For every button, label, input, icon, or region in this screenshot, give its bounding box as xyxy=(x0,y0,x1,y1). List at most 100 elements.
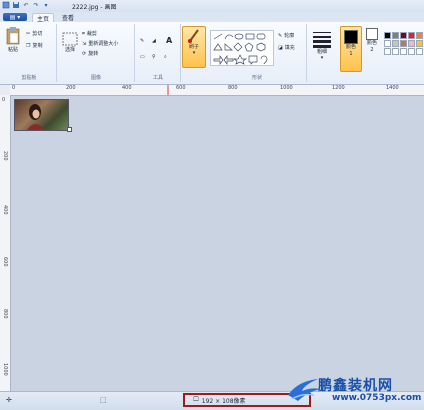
brushes-group: 刷子 ▾ xyxy=(182,24,206,82)
text-icon[interactable]: A xyxy=(166,36,172,45)
ruler-h-label: 1400 xyxy=(386,85,399,91)
color2-swatch xyxy=(366,28,378,40)
fill-icon[interactable]: ◢ xyxy=(152,38,156,44)
color-palette xyxy=(384,32,424,55)
save-icon[interactable] xyxy=(12,1,20,9)
rotate-button[interactable]: ⟳ 旋转 xyxy=(82,50,99,58)
ruler-v-label: 200 xyxy=(2,151,8,161)
watermark: 鹏鑫装机网 www.0753px.com xyxy=(284,375,424,407)
brushes-button[interactable]: 刷子 ▾ xyxy=(182,26,206,68)
line-width-icon xyxy=(313,32,331,48)
resize-label: 重新调整大小 xyxy=(88,41,119,47)
color2-button[interactable]: 颜色 2 xyxy=(366,28,378,54)
ruler-v-label: 600 xyxy=(2,257,8,267)
undo-icon[interactable]: ↶ xyxy=(22,1,30,9)
outline-label: 轮廓 xyxy=(284,33,295,39)
size-label: 粗细 xyxy=(316,49,327,55)
palette-swatch[interactable] xyxy=(392,40,399,47)
ruler-h-label: 200 xyxy=(66,85,76,91)
watermark-url: www.0753px.com xyxy=(332,393,422,403)
magnifier-icon[interactable]: ⌕ xyxy=(164,54,167,60)
pencil-icon[interactable]: ✎ xyxy=(140,38,144,44)
paste-label: 粘贴 xyxy=(7,47,18,53)
clipboard-group-label: 剪贴板 xyxy=(21,75,37,81)
quick-access-toolbar: ↶ ↷ ▾ xyxy=(2,1,50,9)
palette-swatch[interactable] xyxy=(400,40,407,47)
scissors-icon: ✂ xyxy=(26,30,31,37)
outline-button[interactable]: ✎ 轮廓 xyxy=(278,32,295,40)
resize-handle[interactable] xyxy=(67,127,72,132)
cut-button[interactable]: ✂ 剪切 xyxy=(26,30,43,38)
image-dimensions: 192 × 108像素 xyxy=(201,397,246,405)
clipboard-group: 粘贴 ✂ 剪切 ❐ 复制 剪贴板 xyxy=(2,24,57,82)
palette-swatch[interactable] xyxy=(408,48,415,55)
app-icon[interactable] xyxy=(2,1,10,9)
brushes-label: 刷子 xyxy=(188,44,199,50)
color-picker-icon[interactable]: ⚲ xyxy=(152,54,156,60)
shapes-gallery-icons xyxy=(213,33,268,66)
select-button[interactable]: 选择 xyxy=(62,32,78,53)
palette-swatch[interactable] xyxy=(384,32,391,39)
ruler-corner xyxy=(0,85,10,95)
palette-swatch[interactable] xyxy=(408,32,415,39)
size-dropdown-icon: ▾ xyxy=(320,55,324,61)
palette-swatch[interactable] xyxy=(400,32,407,39)
rotate-label: 旋转 xyxy=(88,51,99,57)
paste-button[interactable]: 粘贴 xyxy=(5,26,21,53)
size-button[interactable]: 粗细 ▾ xyxy=(312,30,332,61)
copy-button[interactable]: ❐ 复制 xyxy=(26,42,43,50)
copy-label: 复制 xyxy=(32,43,43,49)
shapes-gallery[interactable] xyxy=(210,30,274,66)
fill-button[interactable]: ◪ 填充 xyxy=(278,44,295,52)
ruler-v-label: 400 xyxy=(2,205,8,215)
image-size-icon: 🖵 xyxy=(193,396,199,403)
resize-button[interactable]: ⇲ 重新调整大小 xyxy=(82,40,119,48)
brushes-dropdown-icon: ▾ xyxy=(192,50,196,56)
ruler-v-label: 800 xyxy=(2,309,8,319)
palette-swatch[interactable] xyxy=(400,48,407,55)
tools-group-label: 工具 xyxy=(152,75,163,81)
ribbon-tabs: ▤ ▾ 主页 查看 xyxy=(0,12,424,23)
palette-swatch[interactable] xyxy=(384,40,391,47)
image-group: 选择 ⌗ 裁剪 ⇲ 重新调整大小 ⟳ 旋转 图像 xyxy=(58,24,135,82)
cut-label: 剪切 xyxy=(32,31,43,37)
eraser-icon[interactable]: ▭ xyxy=(140,54,145,60)
horizontal-ruler: 0 200 400 600 800 1000 1200 1400 xyxy=(10,85,424,96)
ruler-h-label: 800 xyxy=(228,85,238,91)
color1-group: 颜色 1 xyxy=(340,24,362,82)
palette-swatch[interactable] xyxy=(416,40,423,47)
ribbon: 粘贴 ✂ 剪切 ❐ 复制 剪贴板 选择 ⌗ 裁剪 ⇲ 重新调整大小 ⟳ 旋转 图像 ✎ ◢… xyxy=(0,22,424,85)
palette-swatch[interactable] xyxy=(392,48,399,55)
tools-group: ✎ ◢ A ▭ ⚲ ⌕ 工具 xyxy=(136,24,181,82)
watermark-title: 鹏鑫装机网 xyxy=(318,378,393,394)
canvas-image[interactable] xyxy=(14,99,69,131)
image-group-label: 图像 xyxy=(90,75,101,81)
color2-label: 颜色 2 xyxy=(367,40,378,53)
ruler-h-label: 600 xyxy=(176,85,186,91)
color1-label: 颜色 1 xyxy=(346,44,357,57)
palette-swatch[interactable] xyxy=(416,48,423,55)
color1-swatch xyxy=(344,30,358,44)
ruler-h-label: 1200 xyxy=(332,85,345,91)
palette-swatch[interactable] xyxy=(408,40,415,47)
size-group: 粗细 ▾ xyxy=(308,24,338,82)
paint-menu-button[interactable]: ▤ ▾ xyxy=(3,13,27,21)
palette-swatch[interactable] xyxy=(416,32,423,39)
palette-swatch[interactable] xyxy=(392,32,399,39)
customize-qat-icon[interactable]: ▾ xyxy=(42,1,50,9)
crop-button[interactable]: ⌗ 裁剪 xyxy=(82,30,97,38)
outline-icon: ✎ xyxy=(278,32,283,39)
crop-label: 裁剪 xyxy=(86,31,97,37)
crop-icon: ⌗ xyxy=(82,30,85,37)
selection-size-icon: ⬚ xyxy=(100,396,107,404)
copy-icon: ❐ xyxy=(26,42,31,49)
window-title: 2222.jpg - 画图 xyxy=(72,4,117,11)
color1-button[interactable]: 颜色 1 xyxy=(340,26,362,72)
brush-icon xyxy=(188,29,199,43)
fill-bucket-icon: ◪ xyxy=(278,44,283,51)
palette-swatch[interactable] xyxy=(384,48,391,55)
photo-thumbnail xyxy=(27,104,45,130)
redo-icon[interactable]: ↷ xyxy=(32,1,40,9)
ruler-h-label: 1000 xyxy=(280,85,293,91)
tab-view[interactable]: 查看 xyxy=(58,13,78,22)
